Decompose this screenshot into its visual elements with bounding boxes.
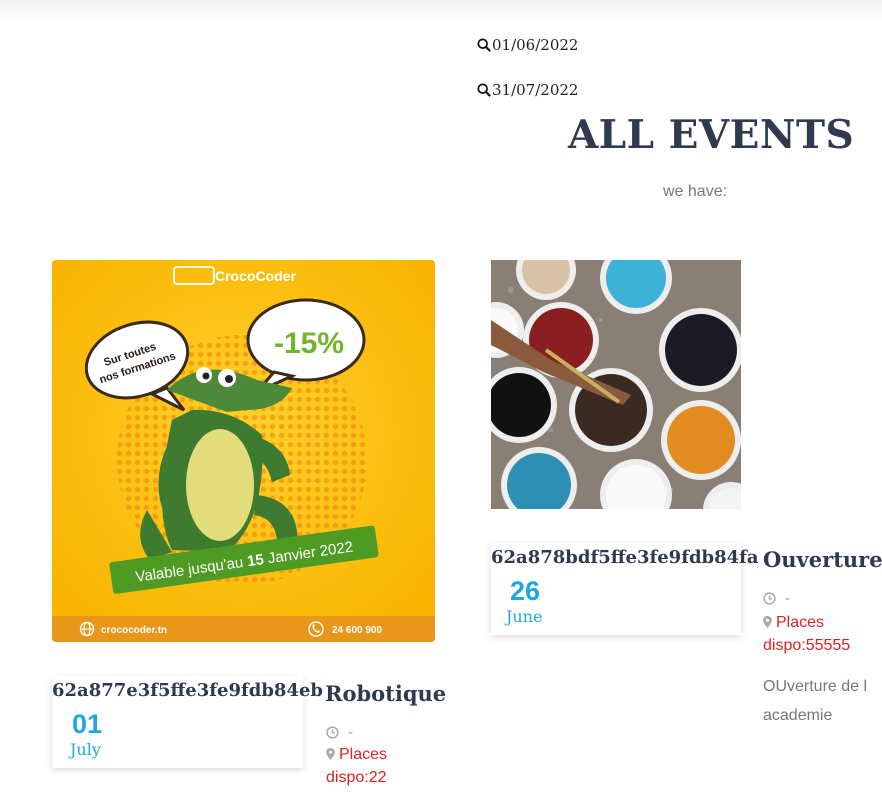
clock-icon xyxy=(763,592,776,605)
clock-icon xyxy=(326,726,339,739)
event-time-value: - xyxy=(348,724,353,741)
event-time: - xyxy=(763,590,790,607)
event-places-line2: dispo:55555 xyxy=(763,637,851,654)
event-places-line1: Places xyxy=(776,614,825,631)
event-places: Places dispo:22 xyxy=(326,743,416,789)
top-navbar xyxy=(0,0,882,22)
event-places: Places dispo:55555 xyxy=(763,611,850,657)
event-title[interactable]: Ouverture xyxy=(763,547,882,572)
event-day: 01 xyxy=(72,709,103,739)
phone-number-text: 24 600 900 xyxy=(332,625,382,636)
map-marker-icon xyxy=(763,616,772,628)
event-time-value: - xyxy=(785,590,790,607)
start-date-filter[interactable]: 01/06/2022 xyxy=(477,36,578,54)
brand-logo-text: CrocoCoder xyxy=(215,268,296,284)
event-day: 26 xyxy=(510,576,541,606)
event-date-card: 62a878bdf5ffe3fe9fdb84fa 26 June xyxy=(491,543,759,635)
event-time: - xyxy=(326,724,353,741)
page-title: ALL EVENTS xyxy=(568,112,855,158)
end-date-filter[interactable]: 31/07/2022 xyxy=(477,81,578,99)
event-title[interactable]: Robotique xyxy=(325,681,446,706)
event-places-value: Places dispo:22 xyxy=(326,746,388,786)
event-date-card: 62a877e3f5ffe3fe9fdb84eb 01 July xyxy=(52,676,323,768)
discount-text: -15% xyxy=(274,327,344,360)
search-icon xyxy=(477,38,491,52)
search-icon xyxy=(477,83,491,97)
website-text: crococoder.tn xyxy=(101,625,167,636)
event-id: 62a878bdf5ffe3fe9fdb84fa xyxy=(491,547,759,568)
event-month: June xyxy=(506,607,543,626)
event-image-paint[interactable] xyxy=(491,260,741,509)
page-subtitle: we have: xyxy=(663,183,728,200)
event-image-promo[interactable]: CrocoCoder Sur toutes nos formations -15… xyxy=(52,260,435,642)
end-date-value: 31/07/2022 xyxy=(492,81,579,99)
event-id: 62a877e3f5ffe3fe9fdb84eb xyxy=(52,680,324,701)
map-marker-icon xyxy=(326,748,335,760)
event-month: July xyxy=(70,740,101,759)
start-date-value: 01/06/2022 xyxy=(492,36,579,54)
event-description: OUverture de l academie xyxy=(763,678,868,724)
